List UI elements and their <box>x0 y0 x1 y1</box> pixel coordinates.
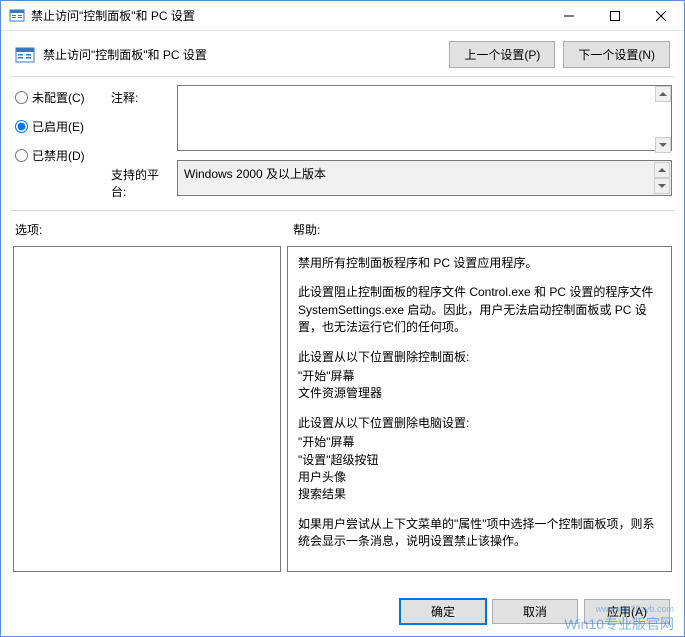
platform-box: Windows 2000 及以上版本 <box>177 160 672 196</box>
radio-enabled[interactable]: 已启用(E) <box>15 118 107 135</box>
radio-enabled-label: 已启用(E) <box>32 118 84 135</box>
radio-disabled-label: 已禁用(D) <box>32 147 85 164</box>
options-label: 选项: <box>15 221 293 238</box>
apply-button[interactable]: 应用(A) <box>584 599 670 624</box>
help-p5: 如果用户尝试从上下文菜单的"属性"项中选择一个控制面板项，则系统会显示一条消息，… <box>298 516 661 551</box>
config-area: 未配置(C) 已启用(E) 已禁用(D) 注释: 支持的平台: Windows … <box>1 77 684 210</box>
radio-not-configured-label: 未配置(C) <box>32 89 85 106</box>
maximize-button[interactable] <box>592 1 638 30</box>
help-p4d: 搜索结果 <box>298 486 661 503</box>
help-p1: 禁用所有控制面板程序和 PC 设置应用程序。 <box>298 255 661 272</box>
comment-textarea[interactable] <box>177 85 672 151</box>
ok-button[interactable]: 确定 <box>400 599 486 624</box>
policy-name: 禁止访问"控制面板"和 PC 设置 <box>43 46 441 63</box>
platform-value: Windows 2000 及以上版本 <box>184 167 326 181</box>
comment-wrap <box>177 85 672 154</box>
help-pane[interactable]: 禁用所有控制面板程序和 PC 设置应用程序。 此设置阻止控制面板的程序文件 Co… <box>287 246 672 572</box>
help-p3a: "开始"屏幕 <box>298 368 661 385</box>
comment-label: 注释: <box>111 85 173 106</box>
next-setting-button[interactable]: 下一个设置(N) <box>563 41 670 68</box>
help-p4c: 用户头像 <box>298 469 661 486</box>
radio-not-configured[interactable]: 未配置(C) <box>15 89 107 106</box>
platform-label: 支持的平台: <box>111 160 173 200</box>
minimize-icon <box>564 11 574 21</box>
scroll-down-icon <box>654 178 670 194</box>
minimize-button[interactable] <box>546 1 592 30</box>
lower-panes: 禁用所有控制面板程序和 PC 设置应用程序。 此设置阻止控制面板的程序文件 Co… <box>1 242 684 572</box>
mid-labels: 选项: 帮助: <box>1 211 684 242</box>
radio-not-configured-input[interactable] <box>15 91 28 104</box>
close-button[interactable] <box>638 1 684 30</box>
help-p4a: "开始"屏幕 <box>298 434 661 451</box>
options-pane[interactable] <box>13 246 281 572</box>
cancel-button[interactable]: 取消 <box>492 599 578 624</box>
help-p3b: 文件资源管理器 <box>298 385 661 402</box>
help-p4b: "设置"超级按钮 <box>298 452 661 469</box>
maximize-icon <box>610 11 620 21</box>
header-row: 禁止访问"控制面板"和 PC 设置 上一个设置(P) 下一个设置(N) <box>1 31 684 76</box>
scroll-up-icon <box>654 162 670 178</box>
window-title: 禁止访问"控制面板"和 PC 设置 <box>31 7 546 24</box>
radio-disabled-input[interactable] <box>15 149 28 162</box>
help-label: 帮助: <box>293 221 670 238</box>
state-radios: 未配置(C) 已启用(E) 已禁用(D) <box>15 85 107 164</box>
app-icon <box>9 8 25 24</box>
help-p2: 此设置阻止控制面板的程序文件 Control.exe 和 PC 设置的程序文件 … <box>298 284 661 336</box>
help-p4: 此设置从以下位置删除电脑设置: <box>298 415 661 432</box>
close-icon <box>656 11 666 21</box>
footer-buttons: 确定 取消 应用(A) <box>400 599 670 624</box>
window-controls <box>546 1 684 30</box>
prev-setting-button[interactable]: 上一个设置(P) <box>449 41 555 68</box>
radio-enabled-input[interactable] <box>15 120 28 133</box>
policy-icon <box>15 45 35 65</box>
titlebar: 禁止访问"控制面板"和 PC 设置 <box>1 1 684 31</box>
help-p3: 此设置从以下位置删除控制面板: <box>298 349 661 366</box>
radio-disabled[interactable]: 已禁用(D) <box>15 147 107 164</box>
